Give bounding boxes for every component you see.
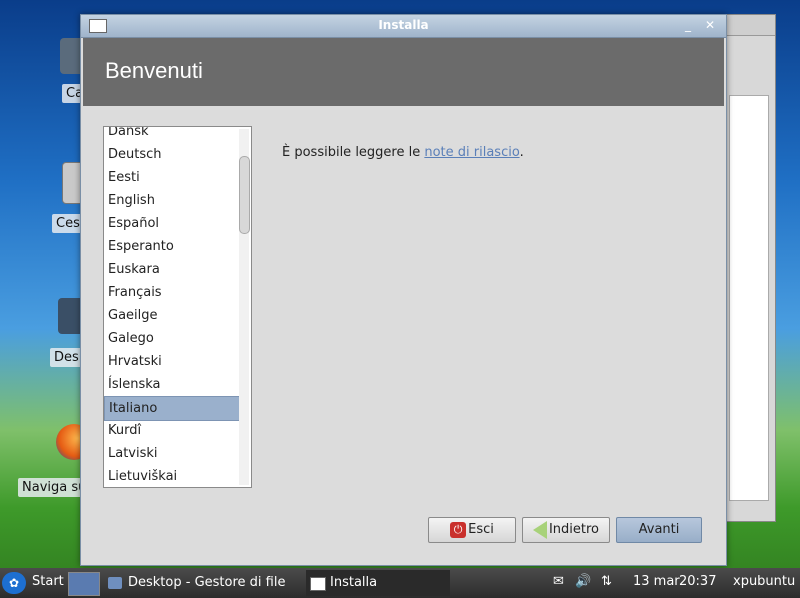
mail-icon[interactable]: ✉ [553,574,564,589]
desktop-icon-label: Des [50,348,83,367]
back-button[interactable]: Indietro [522,517,610,543]
language-item[interactable]: Gaeilge [104,304,240,327]
release-notes-suffix: . [519,145,524,160]
quit-button[interactable]: ⏻ Esci [428,517,516,543]
installer-window: Installa _ ✕ Benvenuti Dansk Deutsch Ees… [80,14,727,566]
language-item[interactable]: Eesti [104,166,240,189]
language-item[interactable]: Esperanto [104,235,240,258]
forward-button-label: Avanti [638,522,680,537]
language-item[interactable]: Euskara [104,258,240,281]
network-icon[interactable]: ⇅ [601,574,612,589]
quit-button-label: Esci [468,522,494,537]
language-item[interactable]: Lietuviškai [104,465,240,487]
background-window-titlebar[interactable] [725,15,775,36]
language-item[interactable]: Íslenska [104,373,240,396]
language-item[interactable]: Latviski [104,442,240,465]
minimize-button[interactable]: _ [680,18,696,32]
back-button-label: Indietro [548,522,600,537]
window-titlebar[interactable]: Installa _ ✕ [81,15,726,38]
task-label: Installa [330,575,378,590]
power-icon: ⏻ [450,521,467,538]
back-arrow-icon [532,520,547,539]
language-item[interactable]: Français [104,281,240,304]
release-notes-prefix: È possibile leggere le [282,145,425,160]
language-list[interactable]: Dansk Deutsch Eesti English Español Espe… [103,126,252,488]
start-button[interactable]: Start [32,574,64,589]
close-button[interactable]: ✕ [702,18,718,32]
clock-time[interactable]: 20:37 [679,574,716,589]
release-notes-text: È possibile leggere le note di rilascio. [282,145,524,160]
language-item[interactable]: Deutsch [104,143,240,166]
language-item[interactable]: Kurdî [104,419,240,442]
start-logo-icon[interactable]: ✿ [2,572,26,594]
language-item[interactable]: Dansk [104,127,240,143]
language-item-selected[interactable]: Italiano [104,396,242,421]
background-window[interactable] [724,14,776,522]
taskbar: ✿ Start Desktop - Gestore di file Instal… [0,568,800,598]
release-notes-link[interactable]: note di rilascio [424,145,519,160]
show-desktop-icon[interactable] [68,572,100,596]
language-item[interactable]: Hrvatski [104,350,240,373]
language-list-scrollbar[interactable] [239,129,250,485]
window-icon [310,577,326,591]
language-item[interactable]: Español [104,212,240,235]
folder-icon [108,577,122,589]
task-installer[interactable]: Installa [306,570,450,596]
language-item[interactable]: Galego [104,327,240,350]
task-file-manager[interactable]: Desktop - Gestore di file [104,570,324,596]
header-banner: Benvenuti [83,38,724,106]
volume-icon[interactable]: 🔊 [575,574,591,589]
window-title: Installa [378,18,429,32]
task-label: Desktop - Gestore di file [128,575,286,590]
language-item[interactable]: English [104,189,240,212]
background-window-content [729,95,769,501]
forward-button[interactable]: Avanti [616,517,702,543]
scrollbar-thumb[interactable] [239,156,250,234]
page-title: Benvenuti [105,58,203,83]
username[interactable]: xpubuntu [733,574,795,589]
clock-date[interactable]: 13 mar [633,574,680,589]
